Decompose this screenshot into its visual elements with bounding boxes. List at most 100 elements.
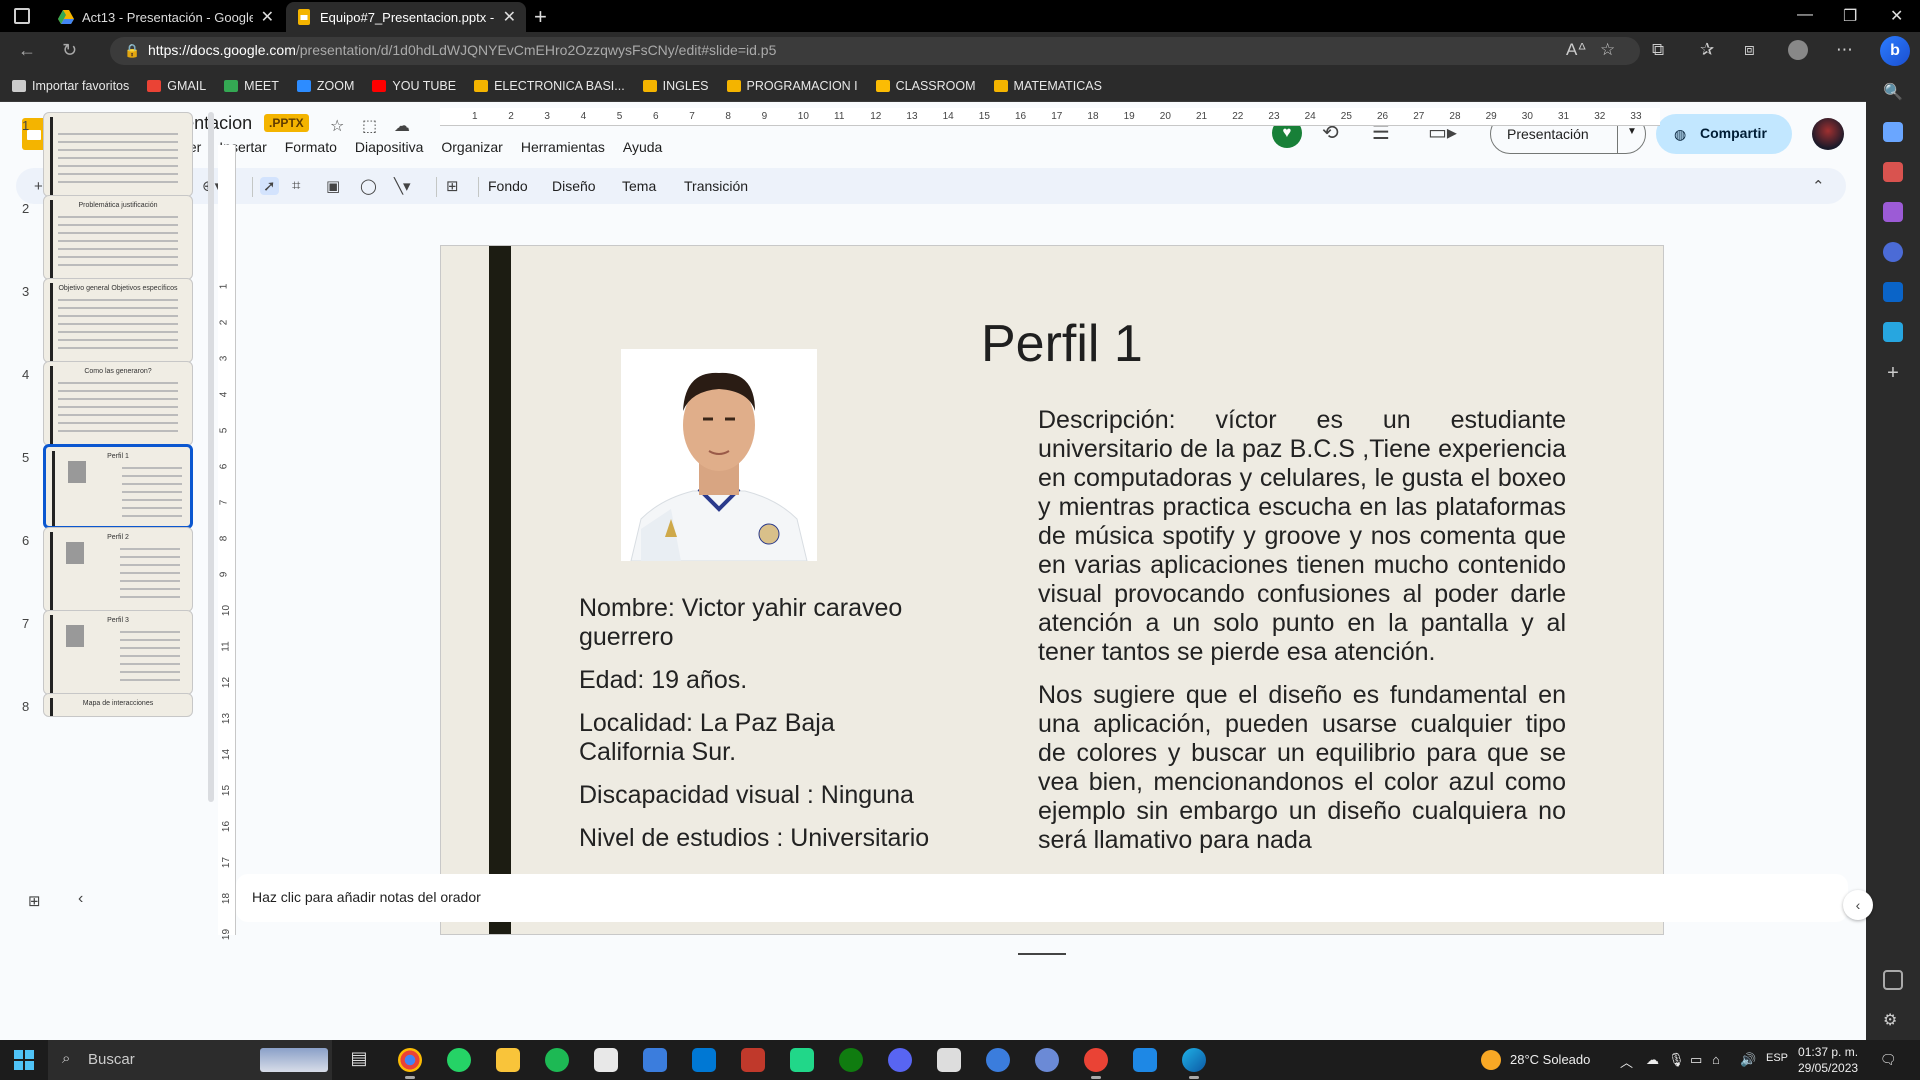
collections-icon[interactable]: ⧈ [1744, 40, 1755, 60]
layout-button[interactable]: Diseño [552, 178, 596, 194]
cloud-icon[interactable]: ☁ [1646, 1052, 1659, 1068]
extensions-icon[interactable]: ⧉ [1652, 40, 1664, 60]
whatsapp-icon[interactable] [447, 1048, 471, 1072]
windows-start-icon[interactable] [14, 1050, 34, 1070]
discord-icon[interactable] [888, 1048, 912, 1072]
more-icon[interactable]: ⋯ [1836, 40, 1853, 60]
close-window-icon[interactable]: ✕ [1890, 6, 1903, 26]
clock[interactable]: 01:37 p. m. 29/05/2023 [1798, 1044, 1858, 1076]
profile-icon[interactable] [1788, 40, 1808, 60]
refresh-icon[interactable]: ↻ [62, 40, 77, 61]
store-icon[interactable] [643, 1048, 667, 1072]
chevron-down-icon[interactable]: ▼ [1627, 126, 1637, 137]
drawing-app-icon[interactable] [594, 1048, 618, 1072]
transition-button[interactable]: Transición [684, 178, 748, 194]
side-panel-toggle-icon[interactable]: ‹ [1843, 890, 1873, 920]
language-indicator[interactable]: ESP [1766, 1052, 1788, 1064]
menu-item[interactable]: Organizar [441, 139, 502, 155]
telegram-icon[interactable] [1883, 322, 1903, 342]
profile-photo[interactable] [621, 349, 817, 561]
favorites-icon[interactable]: ✰ [1700, 40, 1714, 60]
slide-canvas[interactable]: Perfil 1 Nombre: Victor yahir caraveo gu… [440, 245, 1664, 935]
teams-classroom-icon[interactable] [937, 1048, 961, 1072]
app-d-icon[interactable] [986, 1048, 1010, 1072]
comment-icon[interactable]: ⊞ [446, 177, 459, 195]
menu-item[interactable]: Ayuda [623, 139, 662, 155]
move-folder-icon[interactable]: ⬚ [362, 116, 377, 136]
app-r-icon[interactable] [1035, 1048, 1059, 1072]
bookmark-item[interactable]: CLASSROOM [875, 79, 976, 93]
slide-thumbnail[interactable]: Perfil 3 [43, 610, 193, 695]
description-text-box[interactable]: Descripción: víctor es un estudiante uni… [1038, 406, 1566, 869]
xbox-icon[interactable] [839, 1048, 863, 1072]
edge-icon[interactable] [1182, 1048, 1206, 1079]
slide-divider-handle[interactable] [1018, 953, 1066, 955]
collapse-toolbar-icon[interactable]: ⌃ [1812, 177, 1825, 195]
bookmark-item[interactable]: Importar favoritos [12, 79, 129, 93]
avatar[interactable] [1812, 118, 1844, 150]
slide-thumbnail[interactable]: Como las generaron? [43, 361, 193, 446]
bookmark-item[interactable]: ZOOM [296, 79, 354, 93]
grid-view-icon[interactable]: ⊞ [28, 892, 41, 910]
bookmark-item[interactable]: ELECTRONICA BASI... [474, 79, 625, 93]
speaker-notes[interactable]: Haz clic para añadir notas del orador [236, 874, 1848, 922]
collapse-filmstrip-icon[interactable]: ‹ [78, 890, 83, 908]
slide-title[interactable]: Perfil 1 [981, 314, 1143, 374]
tab-act13[interactable]: Act13 - Presentación - Google D ✕ [48, 2, 284, 32]
back-icon[interactable]: ← [18, 40, 36, 61]
mic-icon[interactable]: 🎙 [1668, 1052, 1685, 1068]
shape-icon[interactable]: ◯ [360, 177, 377, 195]
menu-item[interactable]: Diapositiva [355, 139, 423, 155]
tab-actions-icon[interactable] [14, 8, 30, 24]
grid-app-icon[interactable] [741, 1048, 765, 1072]
profile-text-box[interactable]: Nombre: Victor yahir caraveo guerrero Eda… [579, 594, 939, 867]
tab-equipo7[interactable]: Equipo#7_Presentacion.pptx - Pr ✕ [286, 2, 526, 32]
slide-thumbnail[interactable]: Perfil 2 [43, 527, 193, 612]
spotify-icon[interactable] [545, 1048, 569, 1072]
cloud-saved-icon[interactable]: ☁ [394, 116, 410, 136]
sidebar-toggle-icon[interactable] [1883, 970, 1903, 990]
tab-close-icon[interactable]: ✕ [503, 7, 516, 27]
bookmark-item[interactable]: MEET [224, 79, 279, 93]
new-tab-icon[interactable]: + [534, 4, 547, 30]
bookmark-item[interactable]: INGLES [642, 79, 709, 93]
file-explorer-icon[interactable] [496, 1048, 520, 1072]
bing-chat-icon[interactable]: b [1880, 36, 1910, 66]
text-box-icon[interactable]: ⌗ [292, 177, 300, 194]
star-icon[interactable]: ☆ [330, 116, 344, 136]
line-icon[interactable]: ╲▾ [394, 177, 411, 195]
image-icon[interactable]: ▣ [326, 177, 340, 195]
settings-icon[interactable]: ⚙ [1883, 1010, 1903, 1030]
add-icon[interactable]: + [1883, 362, 1903, 384]
task-view-icon[interactable]: ▤ [347, 1048, 371, 1072]
add-favorite-icon[interactable]: ☆ [1600, 40, 1615, 60]
restore-icon[interactable]: ❐ [1843, 6, 1857, 26]
read-aloud-icon[interactable]: Aᐞ [1566, 40, 1587, 60]
theme-button[interactable]: Tema [622, 178, 656, 194]
menu-item[interactable]: Herramientas [521, 139, 605, 155]
photos-icon[interactable] [1133, 1048, 1157, 1072]
select-icon[interactable]: ➚ [260, 177, 279, 195]
shopping-icon[interactable] [1883, 122, 1903, 142]
notifications-icon[interactable]: 🗨 [1880, 1052, 1897, 1068]
games-icon[interactable] [1883, 202, 1903, 222]
weather-text[interactable]: 28°C Soleado [1510, 1052, 1590, 1067]
outlook-icon[interactable] [1883, 282, 1903, 302]
battery-icon[interactable]: ▭ [1690, 1052, 1702, 1068]
tools-icon[interactable] [1883, 162, 1903, 182]
background-button[interactable]: Fondo [488, 178, 528, 194]
slide-thumbnail[interactable]: Mapa de interacciones [43, 693, 193, 717]
minimize-icon[interactable]: — [1797, 6, 1813, 24]
pycharm-icon[interactable] [790, 1048, 814, 1072]
tray-chevron-icon[interactable]: ︿ [1620, 1052, 1633, 1071]
slide-thumbnail[interactable]: Objetivo general Objetivos específicos [43, 278, 193, 363]
menu-item[interactable]: Formato [285, 139, 337, 155]
url-field[interactable]: 🔒 https://docs.google.com/presentation/d… [110, 37, 1640, 65]
bookmark-item[interactable]: PROGRAMACION I [726, 79, 858, 93]
slide-thumbnail[interactable]: Perfil 1 [43, 444, 193, 529]
search-icon[interactable]: 🔍 [1883, 82, 1903, 102]
bookmark-item[interactable]: YOU TUBE [372, 79, 456, 93]
chrome-icon[interactable] [398, 1048, 422, 1079]
network-icon[interactable]: ⌂ [1712, 1052, 1720, 1067]
share-button[interactable]: ◍ Compartir [1656, 114, 1792, 154]
